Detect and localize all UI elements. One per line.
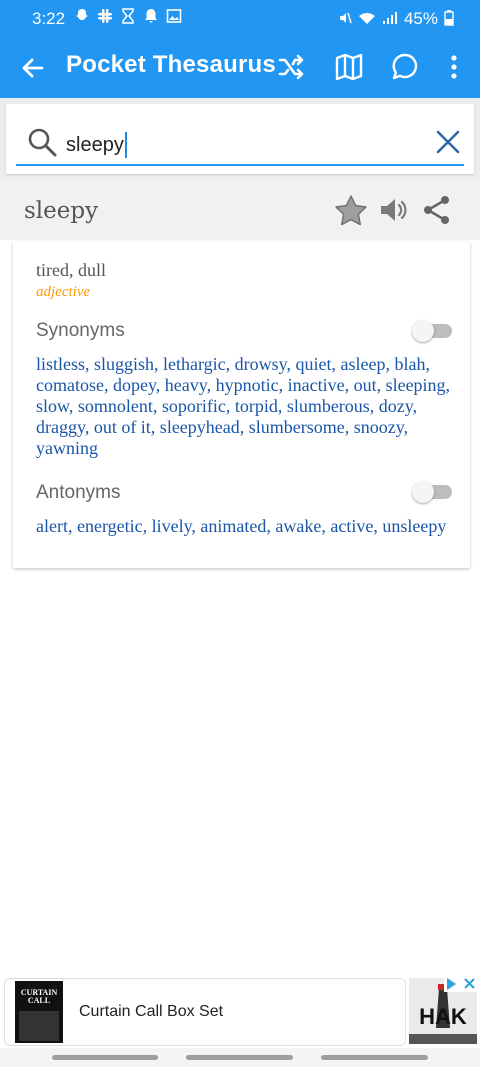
notification-icons	[74, 8, 182, 24]
synonyms-label: Synonyms	[36, 320, 125, 341]
entry-word: sleepy	[24, 198, 99, 224]
antonyms-list[interactable]: alert, energetic, lively, animated, awak…	[36, 516, 456, 537]
mute-icon	[338, 11, 352, 28]
arrow-back-icon	[22, 58, 44, 78]
search-area	[0, 98, 480, 190]
search-underline	[16, 164, 464, 166]
star-icon	[335, 195, 367, 226]
pronounce-button[interactable]	[378, 194, 410, 226]
ad-card[interactable]: CURTAIN CALL Curtain Call Box Set	[4, 978, 406, 1046]
map-button[interactable]	[333, 51, 365, 83]
ad-choices-button[interactable]	[444, 976, 478, 992]
more-vert-icon	[451, 55, 457, 79]
ad-thumbnail: CURTAIN CALL	[15, 981, 63, 1043]
more-options-button[interactable]	[438, 51, 470, 83]
wifi-icon	[358, 11, 376, 28]
chat-icon	[392, 53, 418, 80]
speaker-icon	[381, 199, 407, 221]
sense-definition: tired, dull	[36, 260, 106, 280]
search-icon	[28, 128, 57, 157]
shuffle-icon	[278, 54, 304, 80]
part-of-speech: adjective	[36, 284, 91, 300]
antonyms-label: Antonyms	[36, 482, 121, 503]
search-input[interactable]	[66, 132, 366, 158]
ad-logo-text: HAK	[419, 1004, 467, 1029]
nav-back-handle[interactable]	[321, 1055, 428, 1060]
bell-icon	[143, 8, 159, 24]
ad-title[interactable]: Curtain Call Box Set	[79, 1003, 223, 1021]
shuffle-button[interactable]	[276, 51, 308, 83]
battery-icon	[444, 9, 454, 29]
ad-thumbnail-text: CURTAIN CALL	[20, 988, 58, 1005]
chat-button[interactable]	[389, 51, 421, 83]
ad-banner[interactable]: CURTAIN CALL Curtain Call Box Set HAK	[0, 976, 480, 1048]
toggle-knob	[412, 481, 434, 503]
clear-search-button[interactable]	[434, 128, 462, 156]
slack-icon	[97, 8, 113, 24]
status-time: 3:22	[32, 9, 66, 28]
ad-choices-icon	[447, 978, 475, 990]
share-icon	[424, 196, 449, 224]
battery-percent: 45%	[403, 9, 438, 28]
back-button[interactable]	[18, 53, 48, 83]
definition-card: tired, dull adjective Synonyms listless,…	[13, 242, 470, 568]
antonyms-toggle[interactable]	[412, 481, 452, 503]
search-box	[6, 104, 474, 174]
synonyms-list[interactable]: listless, sluggish, lethargic, drowsy, q…	[36, 354, 456, 459]
synonyms-toggle[interactable]	[412, 320, 452, 342]
share-button[interactable]	[421, 194, 453, 226]
word-header: sleepy	[0, 180, 480, 240]
status-bar: 3:22 45%	[0, 0, 480, 36]
toggle-knob	[412, 320, 434, 342]
app-bar: Pocket Thesaurus	[0, 36, 480, 98]
text-cursor	[125, 132, 127, 158]
map-icon	[335, 53, 363, 81]
hourglass-icon	[120, 8, 136, 24]
image-icon	[166, 8, 182, 24]
system-nav-bar	[0, 1048, 480, 1067]
app-title: Pocket Thesaurus	[66, 51, 276, 78]
nav-home-handle[interactable]	[186, 1055, 293, 1060]
signal-icon	[382, 11, 398, 28]
snapchat-icon	[74, 8, 90, 24]
system-status: 45%	[338, 9, 454, 29]
ad-thumbnail-image	[19, 1011, 59, 1041]
close-icon	[436, 130, 460, 154]
nav-recents-handle[interactable]	[52, 1055, 158, 1060]
favorite-button[interactable]	[334, 194, 367, 226]
